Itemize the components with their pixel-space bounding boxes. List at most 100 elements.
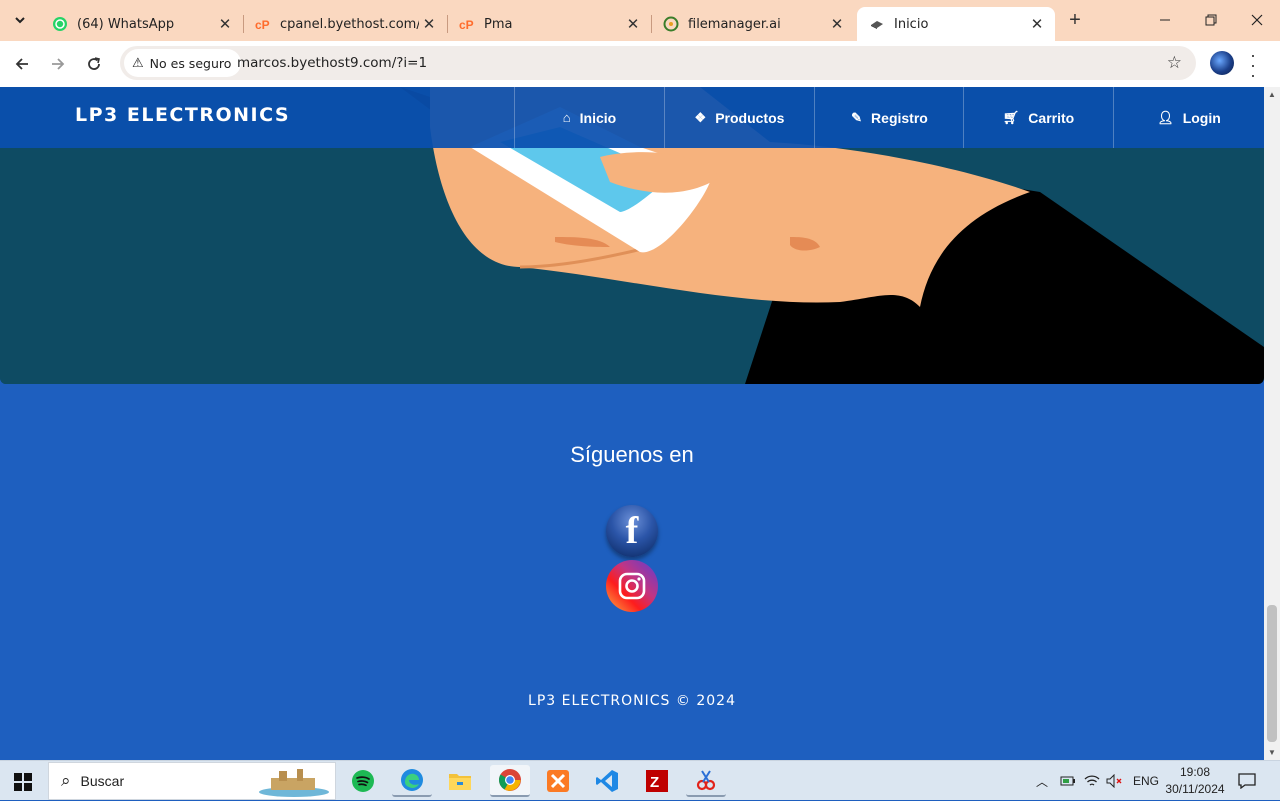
bookmark-star-icon[interactable]: ☆ [1167,53,1182,73]
site-icon [869,16,885,32]
svg-text:cP: cP [255,18,270,32]
svg-text:cP: cP [459,18,474,32]
security-label: No es seguro [149,55,232,71]
warning-icon: ⚠ [132,55,144,71]
windows-taskbar: ⌕ Buscar Z ︿ ENG 19:08 30/11/2024 [0,760,1280,800]
search-placeholder: Buscar [80,773,125,789]
home-icon: ⌂ [562,110,571,125]
wifi-icon[interactable] [1084,761,1100,801]
close-tab-icon[interactable]: ✕ [827,14,847,34]
browser-toolbar: ⚠ No es seguro marcos.byethost9.com/?i=1… [0,41,1280,87]
nav-label: Carrito [1028,109,1075,126]
instagram-icon[interactable] [606,560,658,612]
restore-icon [1205,14,1217,26]
tab-cpanel[interactable]: cP cpanel.byethost.com/pan ✕ [243,7,448,41]
cart-icon: 🛒︎ [1002,109,1020,125]
language-indicator[interactable]: ENG [1133,761,1159,801]
address-bar[interactable]: ⚠ No es seguro marcos.byethost9.com/?i=1… [120,46,1196,80]
filezilla-icon[interactable]: Z [637,765,677,797]
user-icon: 👤︎ [1157,109,1174,125]
nav-login[interactable]: 👤︎ Login [1113,87,1264,148]
facebook-icon[interactable]: f [606,505,658,557]
new-tab-button[interactable]: + [1064,9,1086,31]
brand-logo[interactable]: LP3 ELECTRONICS [75,104,290,126]
back-button[interactable] [7,49,37,79]
nav-inicio[interactable]: ⌂ Inicio [514,87,664,148]
plus-icon: + [1069,8,1081,31]
search-highlight-castle-icon [259,769,329,797]
close-tab-icon[interactable]: ✕ [215,14,235,34]
xampp-icon[interactable] [538,765,578,797]
spotify-icon[interactable] [343,765,383,797]
tab-strip: (64) WhatsApp ✕ cP cpanel.byethost.com/p… [0,0,1280,41]
scrollbar-thumb[interactable] [1267,605,1277,742]
cpanel-icon: cP [255,16,271,32]
profile-avatar[interactable] [1210,51,1234,75]
nav-carrito[interactable]: 🛒︎ Carrito [963,87,1113,148]
cpanel-icon: cP [459,16,475,32]
minimize-button[interactable] [1142,0,1188,40]
search-icon: ⌕ [61,771,71,790]
close-icon [1251,14,1263,26]
copyright-text: LP3 ELECTRONICS © 2024 [528,693,736,709]
nav-productos[interactable]: ❖ Productos [664,87,814,148]
tab-title: Inicio [894,16,929,32]
svg-text:Z: Z [650,774,659,791]
nav-label: Registro [871,109,928,126]
url-text[interactable]: marcos.byethost9.com/?i=1 [237,55,427,71]
hero-illustration: LP3 ELECTRONICS ⌂ Inicio ❖ Productos ✎ R… [0,87,1264,384]
tab-search-button[interactable] [6,6,34,34]
security-chip[interactable]: ⚠ No es seguro [124,49,242,77]
chevron-up-icon: ︿ [1036,774,1049,789]
tab-inicio[interactable]: Inicio ✕ [857,7,1055,41]
clock-date: 30/11/2024 [1165,782,1225,796]
windows-start-icon[interactable] [14,773,32,796]
tab-filemanager[interactable]: filemanager.ai ✕ [651,7,855,41]
chrome-icon[interactable] [490,765,530,797]
web-page: LP3 ELECTRONICS ⌂ Inicio ❖ Productos ✎ R… [0,87,1264,760]
close-tab-icon[interactable]: ✕ [623,14,643,34]
language-label: ENG [1133,774,1160,788]
forward-button[interactable] [43,49,73,79]
notification-icon[interactable] [1238,761,1256,801]
dropbox-icon: ❖ [694,109,707,125]
nav-label: Inicio [579,109,617,126]
reload-button[interactable] [79,49,109,79]
arrow-left-icon [15,58,28,70]
tab-title: cpanel.byethost.com/pan [280,16,419,32]
chevron-down-icon [15,17,25,24]
vscode-icon[interactable] [587,765,627,797]
tab-title: filemanager.ai [688,16,781,32]
file-explorer-icon[interactable] [440,765,480,797]
snipping-tool-icon[interactable] [686,765,726,797]
follow-us-heading: Síguenos en [570,442,694,467]
filemanager-icon [663,16,679,32]
site-navbar: LP3 ELECTRONICS ⌂ Inicio ❖ Productos ✎ R… [0,87,1264,148]
close-tab-icon[interactable]: ✕ [1027,14,1047,34]
system-clock[interactable]: 19:08 30/11/2024 [1160,764,1230,798]
clock-time: 19:08 [1179,765,1211,779]
restore-button[interactable] [1188,0,1234,40]
close-tab-icon[interactable]: ✕ [419,14,439,34]
scroll-up-icon[interactable]: ▲ [1268,90,1276,99]
tab-title: (64) WhatsApp [77,16,175,32]
taskbar-search[interactable]: ⌕ Buscar [48,762,336,800]
battery-icon[interactable] [1060,761,1076,801]
volume-icon[interactable] [1106,761,1124,801]
minimize-icon [1160,19,1170,21]
page-scrollbar[interactable]: ▲ ▼ [1264,87,1280,760]
whatsapp-icon [52,16,68,32]
reload-icon [88,57,100,70]
more-menu-icon[interactable]: · · · [1248,46,1258,84]
nav-label: Login [1182,109,1221,126]
edge-icon[interactable] [392,765,432,797]
arrow-right-icon [52,58,65,70]
edit-icon: ✎ [851,109,863,125]
nav-registro[interactable]: ✎ Registro [814,87,964,148]
close-window-button[interactable] [1234,0,1280,40]
nav-label: Productos [715,109,785,126]
tab-pma[interactable]: cP Pma ✕ [447,7,652,41]
scroll-down-icon[interactable]: ▼ [1268,748,1276,757]
tab-whatsapp[interactable]: (64) WhatsApp ✕ [40,7,244,41]
show-hidden-icons[interactable]: ︿ [1036,761,1048,801]
